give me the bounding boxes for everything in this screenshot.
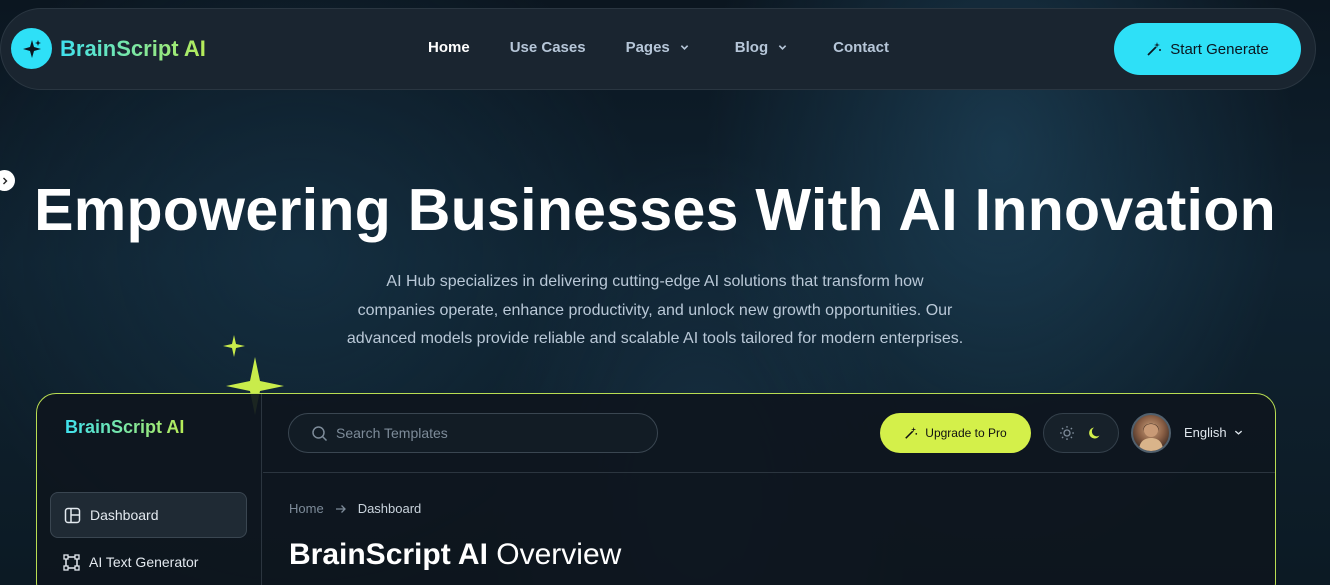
- start-generate-label: Start Generate: [1170, 40, 1269, 58]
- dashboard-sidebar: BrainScript AI Dashboard AI Text Generat…: [37, 394, 262, 585]
- nav-use-cases[interactable]: Use Cases: [510, 39, 586, 56]
- nav-blog[interactable]: Blog: [735, 39, 787, 56]
- dashboard-topbar: Search Templates Upgrade to Pro English: [263, 394, 1275, 473]
- sparkle-icon: [11, 28, 52, 69]
- moon-icon[interactable]: [1088, 425, 1104, 441]
- nav-use-cases-label: Use Cases: [509, 39, 586, 56]
- nav-pages[interactable]: Pages: [626, 39, 689, 56]
- magic-wand-icon: [1147, 42, 1162, 56]
- hero-description-line: AI Hub specializes in delivering cutting…: [386, 273, 924, 290]
- search-templates-input[interactable]: Search Templates: [288, 413, 658, 453]
- page-title-light: Overview: [496, 538, 622, 571]
- sidebar-item-label: Dashboard: [90, 507, 159, 523]
- nav-blog-label: Blog: [734, 39, 769, 56]
- sidebar-item-ai-text-generator[interactable]: AI Text Generator: [50, 539, 247, 585]
- hero-title: Empowering Businesses With AI Innovation: [34, 177, 1276, 243]
- chevron-down-icon: [1234, 430, 1242, 435]
- chevron-down-icon: [778, 45, 787, 50]
- upgrade-label: Upgrade to Pro: [925, 426, 1007, 440]
- dashboard-brand: BrainScript AI: [65, 417, 185, 437]
- breadcrumb: Home Dashboard: [289, 501, 421, 516]
- nav-home-label: Home: [428, 39, 470, 56]
- layout-icon: [64, 507, 81, 523]
- brand-name: BrainScript AI: [60, 35, 206, 61]
- hero-description: AI Hub specializes in delivering cutting…: [305, 268, 1005, 354]
- sidebar-item-label: AI Text Generator: [89, 554, 199, 570]
- breadcrumb-home[interactable]: Home: [289, 501, 324, 516]
- upgrade-to-pro-button[interactable]: Upgrade to Pro: [880, 413, 1031, 453]
- search-placeholder: Search Templates: [336, 425, 448, 441]
- dashboard-preview: BrainScript AI Dashboard AI Text Generat…: [36, 393, 1276, 585]
- nav-contact[interactable]: Contact: [833, 39, 889, 56]
- language-selector[interactable]: English: [1184, 425, 1243, 440]
- arrow-right-icon: [335, 504, 346, 513]
- text-generator-icon: [63, 553, 80, 571]
- main-nav: Home Use Cases Pages Blog Contact: [428, 39, 889, 56]
- nav-pages-label: Pages: [625, 39, 670, 56]
- chevron-down-icon: [680, 45, 689, 50]
- search-icon: [312, 425, 328, 441]
- nav-contact-label: Contact: [833, 39, 889, 56]
- start-generate-button[interactable]: Start Generate: [1114, 23, 1301, 75]
- hero-description-line: companies operate, enhance productivity,…: [357, 301, 953, 319]
- brand-logo[interactable]: BrainScript AI: [11, 28, 206, 69]
- top-navbar: BrainScript AI Home Use Cases Pages Blog…: [0, 8, 1316, 90]
- page-title-bold: BrainScript AI: [289, 538, 488, 571]
- breadcrumb-current: Dashboard: [357, 501, 422, 516]
- hero-description-line: advanced models provide reliable and sca…: [346, 330, 964, 347]
- theme-toggle[interactable]: [1043, 413, 1119, 453]
- sun-icon[interactable]: [1059, 425, 1075, 441]
- sidebar-item-dashboard[interactable]: Dashboard: [50, 492, 247, 538]
- nav-home[interactable]: Home: [428, 39, 470, 56]
- language-label: English: [1184, 425, 1227, 440]
- page-title: BrainScript AI Overview: [289, 538, 621, 572]
- magic-wand-icon: [905, 426, 918, 439]
- user-avatar[interactable]: [1131, 413, 1171, 453]
